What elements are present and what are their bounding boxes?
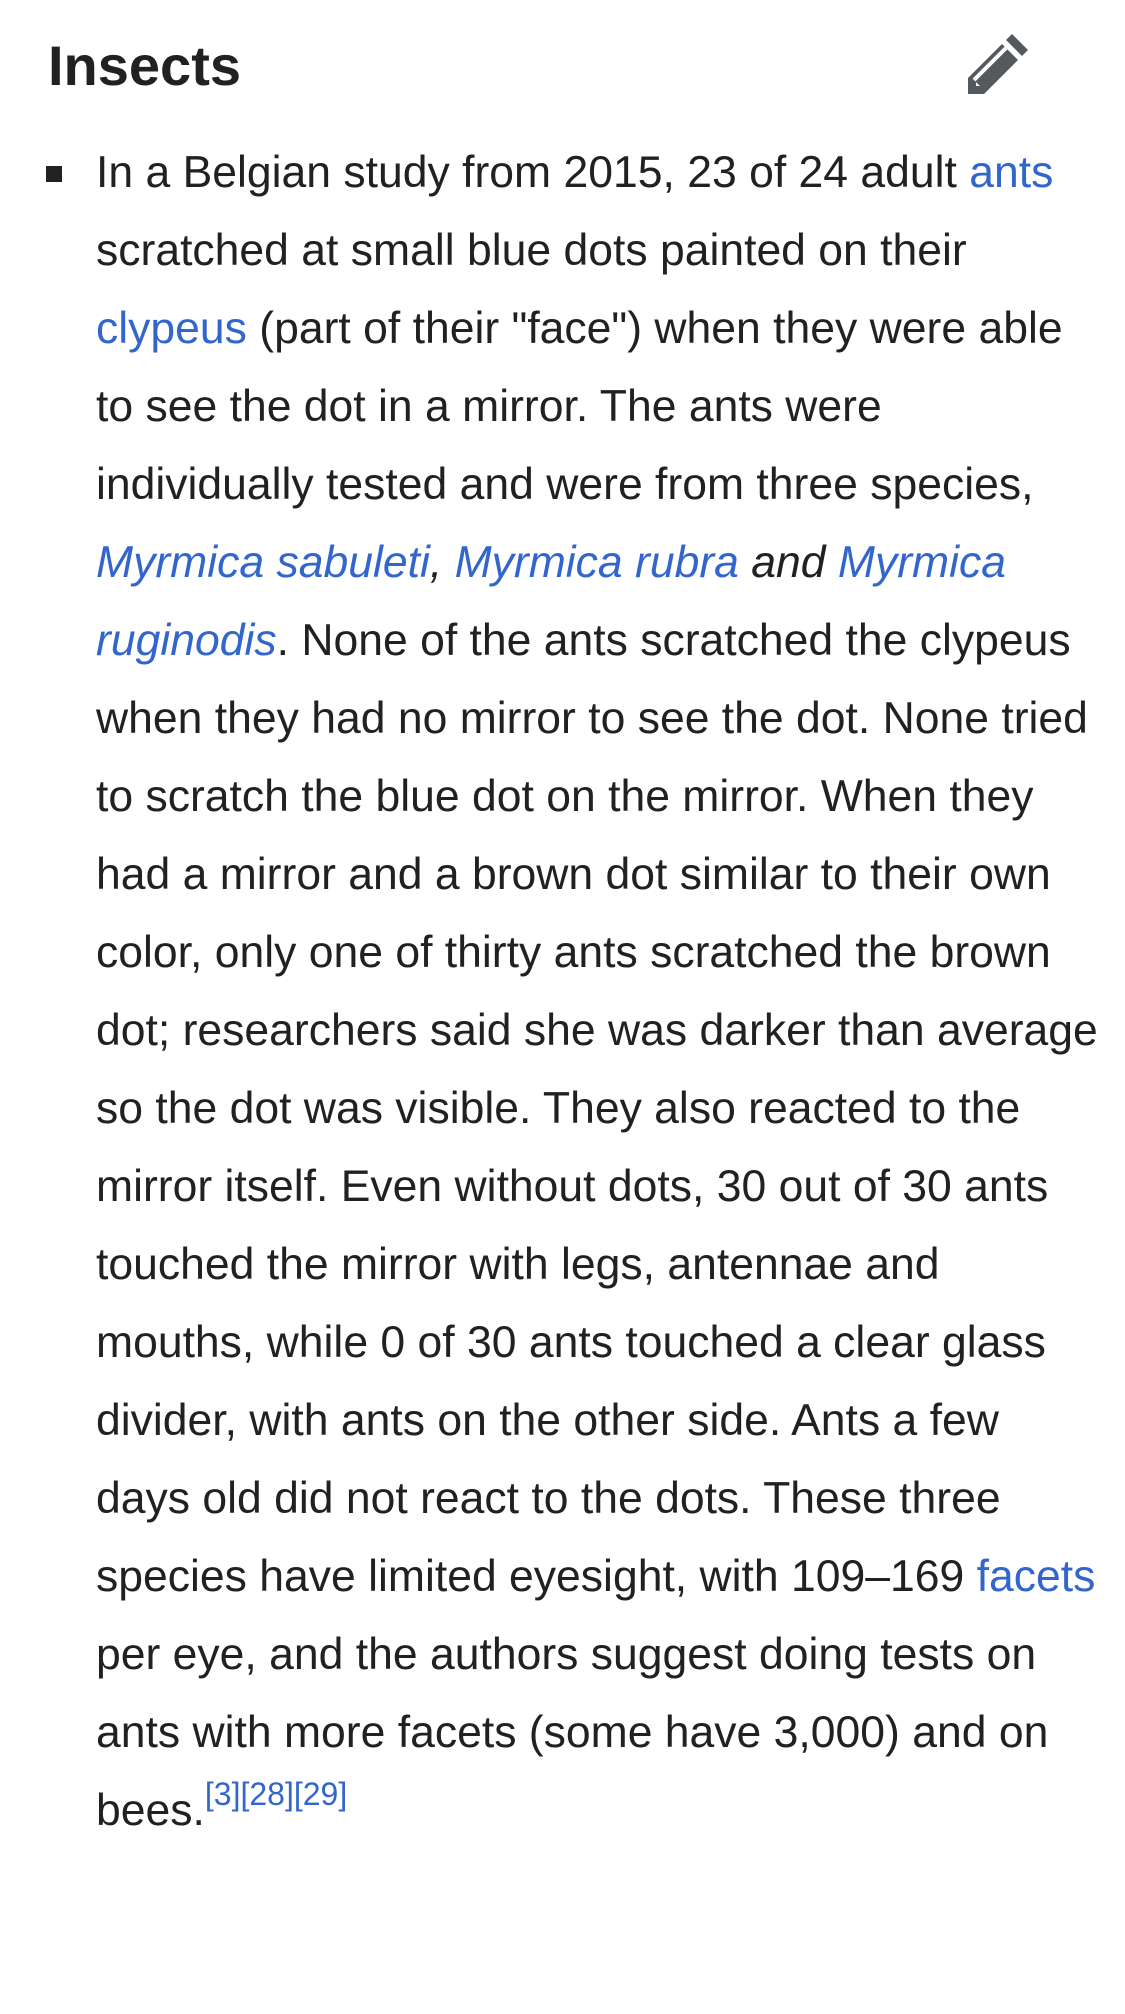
text-segment: . None of the ants scratched the clypeus… bbox=[96, 616, 1098, 1601]
reference-3[interactable]: [3] bbox=[205, 1776, 241, 1812]
bullet-marker bbox=[46, 166, 62, 182]
link-ants[interactable]: ants bbox=[969, 148, 1053, 197]
text-segment: , bbox=[429, 538, 455, 587]
text-segment: and bbox=[738, 538, 838, 587]
link-myrmica-rubra[interactable]: Myrmica rubra bbox=[455, 538, 739, 587]
text-segment: In a Belgian study from 2015, 23 of 24 a… bbox=[96, 148, 970, 197]
reference-group: [3][28][29] bbox=[205, 1776, 347, 1812]
reference-29[interactable]: [29] bbox=[294, 1776, 347, 1812]
pencil-icon[interactable] bbox=[962, 34, 1028, 100]
link-clypeus[interactable]: clypeus bbox=[96, 304, 247, 353]
section-header: Insects bbox=[48, 30, 1048, 102]
reference-28[interactable]: [28] bbox=[240, 1776, 293, 1812]
link-facets[interactable]: facets bbox=[977, 1552, 1096, 1601]
section-title: Insects bbox=[48, 34, 241, 97]
list-item: In a Belgian study from 2015, 23 of 24 a… bbox=[96, 134, 1100, 1850]
link-myrmica-sabuleti[interactable]: Myrmica sabuleti bbox=[96, 538, 430, 587]
text-segment: scratched at small blue dots painted on … bbox=[96, 226, 967, 275]
